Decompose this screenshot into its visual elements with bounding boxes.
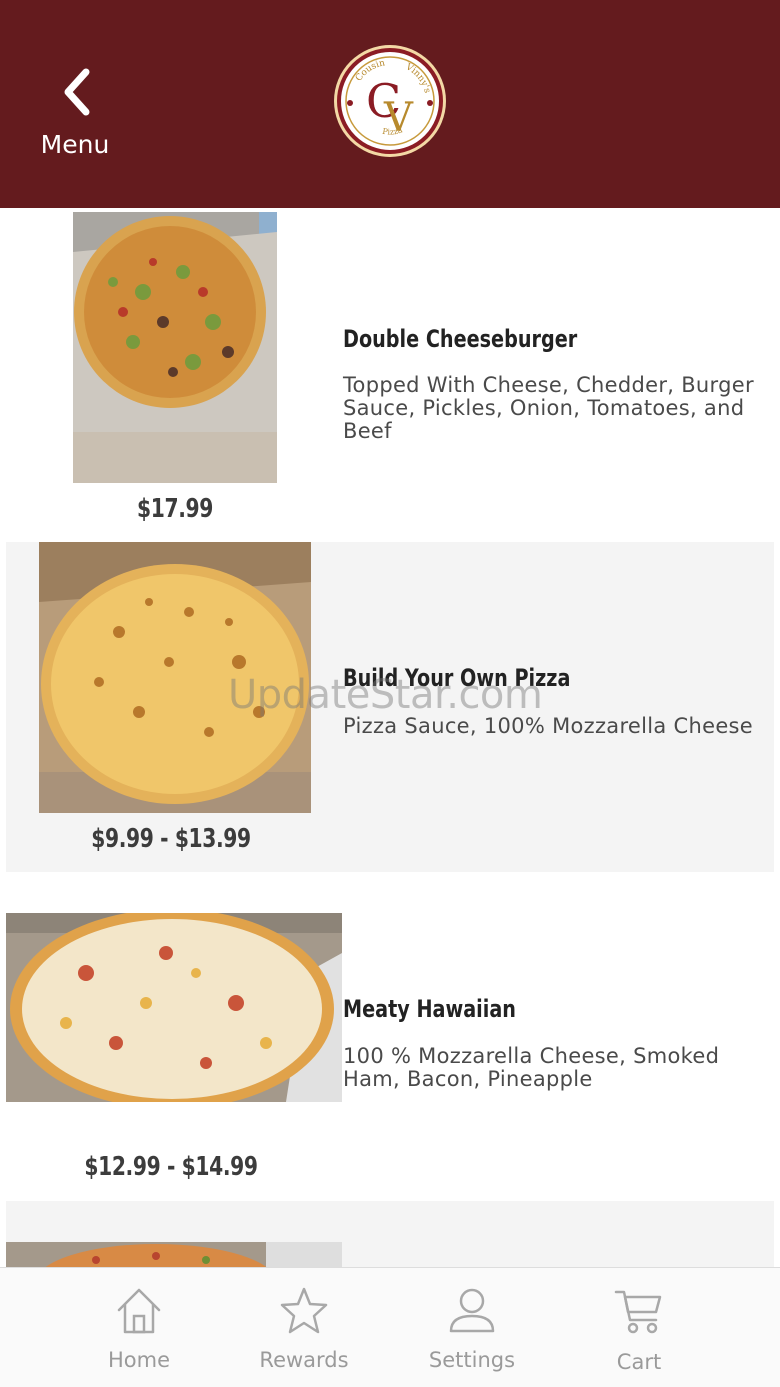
chevron-left-icon xyxy=(64,68,90,116)
back-button[interactable]: Menu xyxy=(30,62,122,162)
item-title: Meaty Hawaiian xyxy=(343,995,516,1023)
menu-item[interactable] xyxy=(0,1201,780,1267)
menu-item[interactable]: $9.99 - $13.99 Build Your Own Pizza Pizz… xyxy=(0,542,780,872)
user-icon xyxy=(449,1288,495,1333)
star-icon xyxy=(280,1287,328,1334)
item-title: Build Your Own Pizza xyxy=(343,664,571,692)
header-bar: Menu Cousin Vinny's Pizza C V xyxy=(0,0,780,208)
hawaiian-pizza-photo[interactable] xyxy=(6,913,342,1102)
logo-monogram-v: V xyxy=(383,95,414,141)
menu-item[interactable]: $17.99 Double Cheeseburger Topped With C… xyxy=(0,208,780,538)
item-title: Double Cheeseburger xyxy=(343,325,578,353)
tab-cart[interactable]: Cart xyxy=(569,1268,709,1387)
brand-logo[interactable]: Cousin Vinny's Pizza C V xyxy=(332,43,448,159)
back-label: Menu xyxy=(40,130,110,159)
tab-home[interactable]: Home xyxy=(69,1268,209,1387)
item-price: $9.99 - $13.99 xyxy=(91,824,251,854)
cart-icon xyxy=(614,1290,662,1334)
tab-settings[interactable]: Settings xyxy=(402,1268,542,1387)
cheese-pizza-photo[interactable] xyxy=(39,542,311,813)
tab-label-home: Home xyxy=(107,1348,170,1372)
item-price: $12.99 - $14.99 xyxy=(84,1152,258,1182)
tab-rewards[interactable]: Rewards xyxy=(234,1268,374,1387)
bottom-tab-bar: Home Rewards Settings Cart xyxy=(0,1267,780,1387)
item-price: $17.99 xyxy=(137,494,213,524)
tab-label-settings: Settings xyxy=(428,1348,516,1372)
menu-item[interactable]: $12.99 - $14.99 Meaty Hawaiian 100 % Moz… xyxy=(0,872,780,1200)
item-description: Pizza Sauce, 100% Mozzarella Cheese xyxy=(343,714,754,738)
item-description: Topped With Cheese, Chedder, Burger Sauc… xyxy=(343,373,754,443)
item-description: 100 % Mozzarella Cheese, Smoked Ham, Bac… xyxy=(343,1044,720,1091)
home-icon xyxy=(117,1288,161,1334)
cheeseburger-pizza-photo[interactable] xyxy=(73,212,277,483)
tab-label-cart: Cart xyxy=(616,1350,662,1374)
tab-label-rewards: Rewards xyxy=(259,1348,349,1372)
app-screen: Menu Cousin Vinny's Pizza C V $17.99 Dou… xyxy=(0,0,780,1387)
pizza-photo[interactable] xyxy=(6,1242,342,1267)
